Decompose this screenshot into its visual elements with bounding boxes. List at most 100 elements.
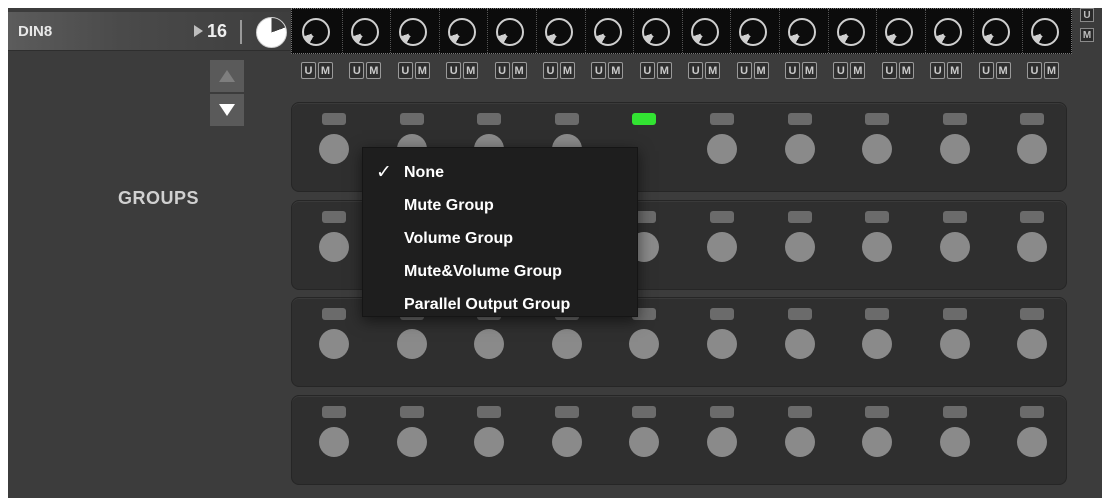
- group-panel: [291, 395, 1067, 485]
- mute-m-button[interactable]: M: [898, 62, 914, 79]
- group-assign-button[interactable]: [1017, 329, 1048, 359]
- side-m-button[interactable]: M: [1080, 28, 1094, 42]
- group-assign-button[interactable]: [862, 329, 893, 359]
- channel-knob-icon[interactable]: [690, 18, 719, 46]
- group-assign-button[interactable]: [1017, 232, 1048, 262]
- um-pair: UM: [881, 62, 915, 81]
- menu-item-mute-volume-group[interactable]: Mute&Volume Group: [363, 257, 637, 287]
- mute-m-button[interactable]: M: [414, 62, 430, 79]
- group-assign-button[interactable]: [319, 427, 349, 457]
- mute-m-button[interactable]: M: [850, 62, 866, 79]
- menu-item-parallel-output-group[interactable]: Parallel Output Group: [363, 290, 637, 320]
- knob-divider: [730, 9, 732, 53]
- group-assign-button[interactable]: [396, 427, 427, 457]
- group-assign-button[interactable]: [862, 427, 893, 457]
- group-assign-button[interactable]: [551, 427, 582, 457]
- group-assign-button[interactable]: [784, 232, 815, 262]
- group-assign-button[interactable]: [707, 134, 737, 164]
- mute-m-button[interactable]: M: [656, 62, 672, 79]
- mute-m-button[interactable]: M: [1044, 62, 1059, 79]
- group-assign-button[interactable]: [629, 427, 660, 457]
- mute-u-button[interactable]: U: [978, 62, 994, 79]
- mute-m-button[interactable]: M: [802, 62, 817, 79]
- channel-knob-icon[interactable]: [933, 18, 962, 46]
- menu-item-mute-group[interactable]: Mute Group: [363, 191, 637, 221]
- channel-knob-icon[interactable]: [302, 18, 330, 46]
- group-assign-button[interactable]: [1017, 134, 1048, 164]
- mute-m-button[interactable]: M: [366, 62, 382, 79]
- group-led-indicator: [942, 308, 967, 320]
- scroll-up-button[interactable]: [210, 60, 244, 92]
- mute-u-button[interactable]: U: [446, 62, 462, 79]
- group-assign-button[interactable]: [862, 134, 893, 164]
- group-assign-button[interactable]: [707, 329, 737, 359]
- mute-u-button[interactable]: U: [639, 62, 655, 79]
- group-assign-button[interactable]: [707, 232, 737, 262]
- group-assign-button[interactable]: [784, 427, 815, 457]
- mute-m-button[interactable]: M: [608, 62, 624, 79]
- channel-knob-icon[interactable]: [593, 18, 622, 46]
- group-assign-button[interactable]: [319, 329, 349, 359]
- group-assign-button[interactable]: [784, 134, 815, 164]
- group-assign-button[interactable]: [551, 329, 582, 359]
- channel-knob-icon[interactable]: [982, 18, 1011, 46]
- channel-knob-icon[interactable]: [496, 18, 525, 46]
- mute-u-button[interactable]: U: [301, 62, 316, 79]
- group-assign-button[interactable]: [1017, 427, 1048, 457]
- channel-knob-icon[interactable]: [642, 18, 671, 46]
- group-assign-button[interactable]: [939, 427, 970, 457]
- mute-u-button[interactable]: U: [397, 62, 413, 79]
- scroll-down-button[interactable]: [210, 94, 244, 126]
- mute-u-button[interactable]: U: [881, 62, 897, 79]
- channel-knob-icon[interactable]: [545, 18, 573, 46]
- knob-divider: [390, 9, 392, 53]
- group-assign-button[interactable]: [474, 329, 505, 359]
- um-pair: UM: [639, 62, 673, 81]
- group-assign-button[interactable]: [474, 427, 505, 457]
- channel-knob-icon[interactable]: [447, 18, 476, 46]
- side-u-button[interactable]: U: [1080, 8, 1094, 22]
- mute-u-button[interactable]: U: [494, 62, 510, 79]
- menu-item-volume-group[interactable]: Volume Group: [363, 224, 637, 254]
- channel-knob-icon[interactable]: [350, 18, 379, 46]
- group-assign-button[interactable]: [396, 329, 427, 359]
- channel-knob-icon[interactable]: [1031, 18, 1059, 46]
- mute-m-button[interactable]: M: [705, 62, 721, 79]
- menu-item-none[interactable]: ✓ None: [363, 158, 637, 188]
- mute-m-button[interactable]: M: [318, 62, 333, 79]
- master-knob-icon[interactable]: [256, 17, 287, 48]
- mute-u-button[interactable]: U: [591, 62, 607, 79]
- mute-u-button[interactable]: U: [930, 62, 946, 79]
- mute-m-button[interactable]: M: [995, 62, 1011, 79]
- mute-m-button[interactable]: M: [947, 62, 963, 79]
- mute-m-button[interactable]: M: [463, 62, 479, 79]
- mute-m-button[interactable]: M: [560, 62, 575, 79]
- group-assign-button[interactable]: [319, 232, 349, 262]
- group-assign-button[interactable]: [707, 427, 737, 457]
- play-icon[interactable]: [194, 25, 203, 37]
- mute-u-button[interactable]: U: [688, 62, 704, 79]
- channel-header[interactable]: DIN8 16: [8, 12, 290, 51]
- channel-knob-icon[interactable]: [399, 18, 428, 46]
- group-assign-button[interactable]: [784, 329, 815, 359]
- group-assign-button[interactable]: [939, 329, 970, 359]
- mute-u-button[interactable]: U: [1027, 62, 1042, 79]
- mute-u-button[interactable]: U: [543, 62, 558, 79]
- group-led-indicator: [865, 308, 890, 320]
- group-assign-button[interactable]: [862, 232, 893, 262]
- mute-m-button[interactable]: M: [753, 62, 769, 79]
- group-assign-button[interactable]: [939, 134, 970, 164]
- channel-knob-icon[interactable]: [885, 18, 914, 46]
- group-assign-button[interactable]: [939, 232, 970, 262]
- mute-u-button[interactable]: U: [736, 62, 752, 79]
- mute-u-button[interactable]: U: [833, 62, 849, 79]
- mute-u-button[interactable]: U: [349, 62, 365, 79]
- group-assign-button[interactable]: [629, 329, 660, 359]
- channel-knob-icon[interactable]: [788, 18, 816, 46]
- mute-u-button[interactable]: U: [785, 62, 800, 79]
- group-assign-button[interactable]: [319, 134, 349, 164]
- mute-m-button[interactable]: M: [511, 62, 527, 79]
- channel-knob-icon[interactable]: [836, 18, 865, 46]
- triangle-up-icon: [219, 70, 235, 82]
- channel-knob-icon[interactable]: [739, 18, 768, 46]
